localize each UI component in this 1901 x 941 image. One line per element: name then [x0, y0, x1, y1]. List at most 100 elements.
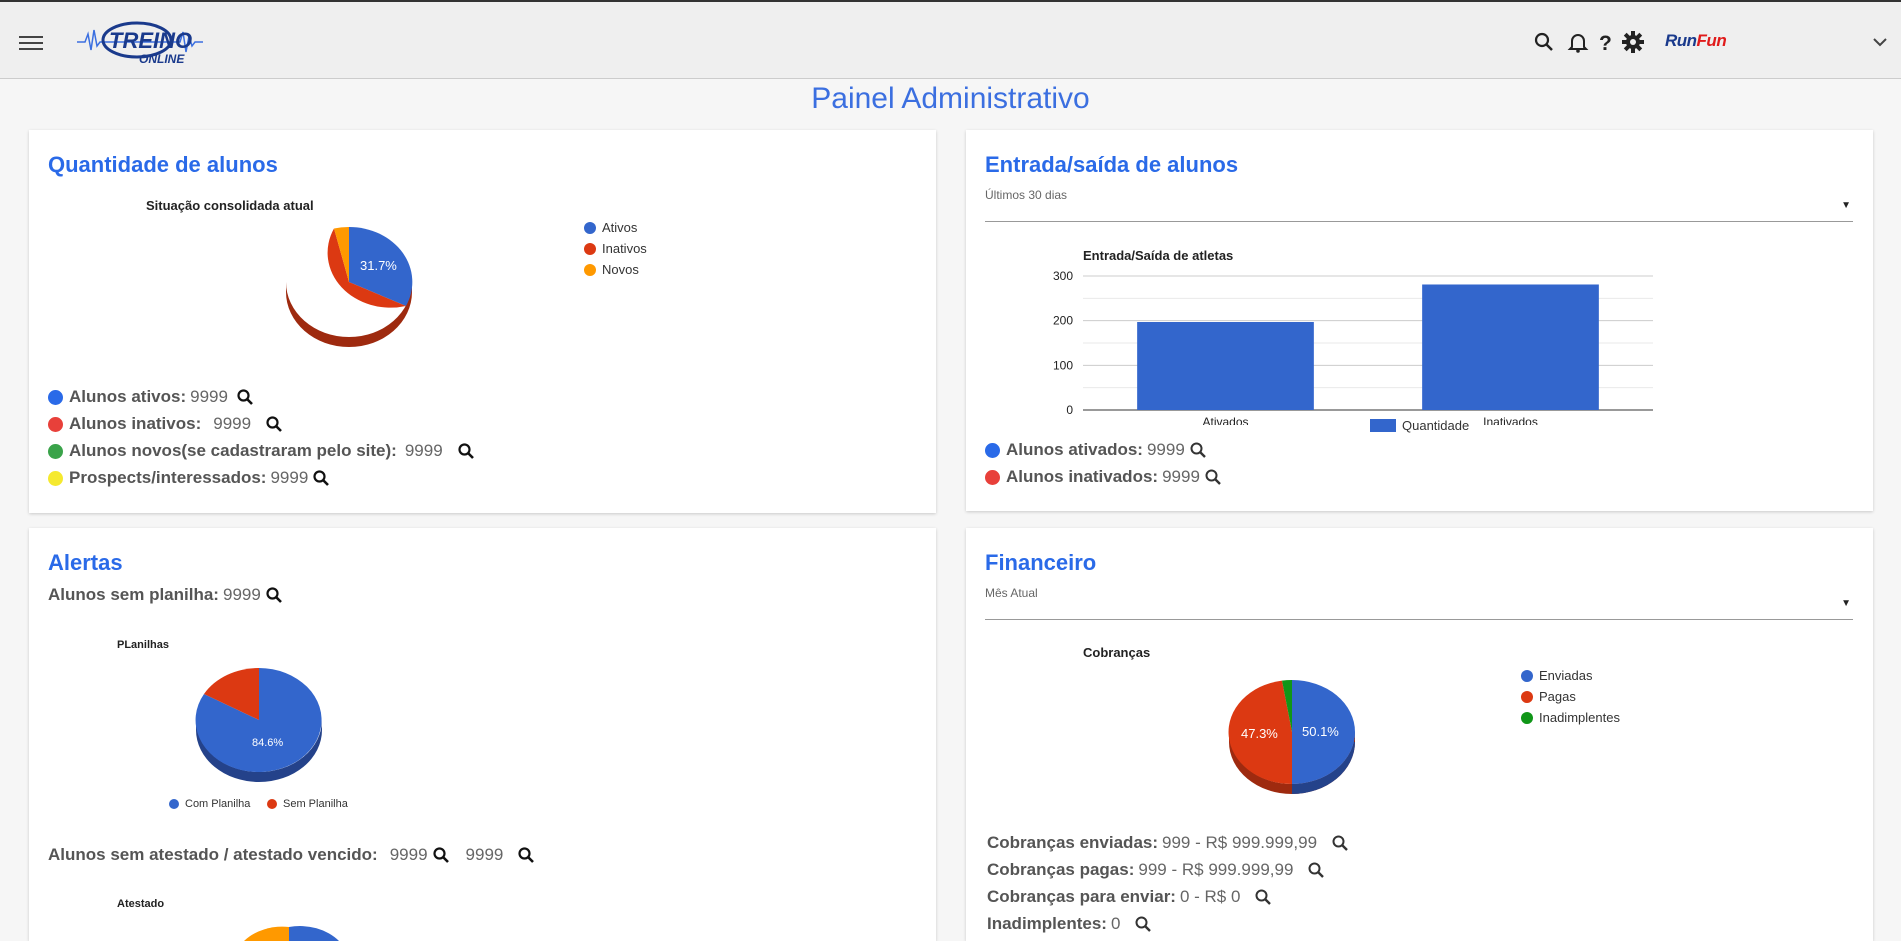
stat-cobrancas-para-enviar: Cobranças para enviar: 0 - R$ 0: [987, 887, 1272, 907]
stat-value: 9999: [1162, 467, 1200, 486]
search-icon[interactable]: [1189, 441, 1207, 459]
legend-item[interactable]: Pagas: [1521, 689, 1576, 704]
stat-value: 9999: [190, 387, 228, 406]
treino-online-logo[interactable]: TREINO ONLINE: [75, 16, 205, 68]
stat-value: 0: [1110, 914, 1121, 933]
legend-item[interactable]: Sem Planilha: [267, 798, 348, 810]
y-tick-label: 300: [1053, 269, 1073, 283]
search-icon[interactable]: [432, 846, 450, 864]
dropdown-caret-icon: ▼: [1841, 598, 1851, 609]
pie-chart-atestado: [244, 926, 339, 941]
stat-value: 9999: [404, 441, 443, 460]
legend-label: Enviadas: [1539, 668, 1593, 683]
stat-value: 9999: [389, 845, 428, 864]
legend-item[interactable]: Inativos: [584, 241, 647, 256]
logo-text-top: TREINO: [109, 28, 192, 53]
chart-title: Entrada/Saída de atletas: [1083, 248, 1234, 263]
svg-text:?: ?: [1599, 32, 1612, 54]
stat-alunos-sem-planilha: Alunos sem planilha: 9999: [48, 585, 283, 605]
legend-item[interactable]: Enviadas: [1521, 668, 1592, 683]
stat-value: 9999: [222, 585, 261, 604]
top-bar: TREINO ONLINE ? RunFun: [0, 0, 1901, 79]
stat-label: Alunos inativos:: [69, 414, 202, 433]
stat-inadimplentes: Inadimplentes: 0: [987, 914, 1152, 934]
runfun-brand-logo[interactable]: RunFun: [1665, 31, 1727, 51]
bell-icon[interactable]: [1566, 30, 1590, 54]
help-icon[interactable]: ?: [1594, 30, 1618, 54]
search-icon[interactable]: [1254, 888, 1272, 906]
brand-run-text: Run: [1665, 31, 1697, 50]
legend-dot: [584, 221, 596, 234]
stat-value: 0 - R$ 0: [1179, 887, 1241, 906]
search-icon[interactable]: [265, 415, 283, 433]
chart-title: Cobranças: [1083, 645, 1151, 660]
card-quantidade-alunos: Quantidade de alunos Situação consolidad…: [29, 130, 936, 513]
legend-label: Quantidade: [1402, 418, 1470, 433]
dropdown-caret-icon: ▼: [1841, 200, 1851, 211]
stat-alunos-ativos: Alunos ativos: 9999: [48, 387, 254, 407]
y-tick-label: 100: [1053, 358, 1073, 372]
status-dot: [48, 389, 63, 405]
status-dot: [48, 416, 63, 432]
legend-dot: [1521, 711, 1533, 724]
stat-alunos-sem-atestado: Alunos sem atestado / atestado vencido: 9…: [48, 845, 535, 865]
card-financeiro: Financeiro Mês Atual ▼ Cobranças 50.1% 47…: [966, 528, 1873, 941]
stat-label: Alunos novos(se cadastraram pelo site):: [69, 441, 397, 460]
hamburger-menu-icon[interactable]: [19, 32, 43, 52]
legend-item[interactable]: Ativos: [584, 220, 637, 235]
period-select[interactable]: Últimos 30 dias ▼: [985, 188, 1853, 222]
stat-label: Alunos inativados:: [1006, 467, 1159, 486]
legend-dot: [584, 263, 596, 276]
pie-data-label: 47.3%: [1241, 726, 1278, 741]
pie-chart-alunos: 31.7% 64.3%: [286, 226, 413, 347]
search-icon[interactable]: [1307, 861, 1325, 879]
legend-item[interactable]: Inadimplentes: [1521, 710, 1620, 725]
stat-value: 999 - R$ 999.999,99: [1162, 833, 1318, 852]
stat-label: Cobranças pagas:: [987, 860, 1135, 879]
stat-value: 9999: [465, 845, 504, 864]
x-tick-label: Ativados: [1202, 415, 1248, 425]
stat-value: 9999: [270, 468, 309, 487]
legend-item[interactable]: Quantidade: [1370, 418, 1469, 433]
card-title: Entrada/saída de alunos: [985, 152, 1239, 177]
legend-item[interactable]: Novos: [584, 262, 639, 277]
search-icon[interactable]: [1204, 468, 1222, 486]
stat-label: Alunos sem atestado / atestado vencido:: [48, 845, 378, 864]
stat-prospects: Prospects/interessados: 9999: [48, 468, 330, 488]
chart-title: PLanilhas: [117, 639, 169, 651]
search-icon[interactable]: [1134, 915, 1152, 933]
search-icon[interactable]: [1331, 834, 1349, 852]
search-icon[interactable]: [312, 469, 330, 487]
card-entrada-saida: Entrada/saída de alunos Últimos 30 dias ▼…: [966, 130, 1873, 511]
search-icon[interactable]: [517, 846, 535, 864]
stat-value: 999 - R$ 999.999,99: [1138, 860, 1294, 879]
search-icon[interactable]: [265, 586, 283, 604]
pie-data-label: 50.1%: [1302, 724, 1339, 739]
stat-alunos-inativos: Alunos inativos: 9999: [48, 414, 283, 434]
chart-title: Atestado: [117, 898, 165, 910]
status-dot: [985, 469, 1000, 485]
pie-chart-planilhas: 84.6%: [195, 667, 322, 782]
stat-label: Cobranças enviadas:: [987, 833, 1159, 852]
search-icon[interactable]: [457, 442, 475, 460]
chevron-down-icon[interactable]: [1870, 32, 1890, 52]
gear-icon[interactable]: [1621, 30, 1645, 54]
bar: [1137, 322, 1314, 410]
card-title: Quantidade de alunos: [48, 152, 278, 177]
legend-label: Com Planilha: [185, 798, 251, 810]
period-select[interactable]: Mês Atual ▼: [985, 586, 1853, 620]
search-icon[interactable]: [1532, 30, 1556, 54]
legend-dot: [1521, 690, 1533, 703]
stat-alunos-ativados: Alunos ativados: 9999: [985, 440, 1207, 460]
bar: [1422, 284, 1599, 410]
page-title: Painel Administrativo: [811, 82, 1090, 115]
legend-item[interactable]: Com Planilha: [169, 798, 250, 810]
stat-label: Prospects/interessados:: [69, 468, 267, 487]
logo-text-bottom: ONLINE: [139, 52, 185, 66]
stat-cobrancas-enviadas: Cobranças enviadas: 999 - R$ 999.999,99: [987, 833, 1349, 853]
legend-dot: [1521, 669, 1533, 682]
stat-label: Inadimplentes:: [987, 914, 1107, 933]
legend-label: Inadimplentes: [1539, 710, 1620, 725]
y-tick-label: 200: [1053, 314, 1073, 328]
search-icon[interactable]: [236, 388, 254, 406]
